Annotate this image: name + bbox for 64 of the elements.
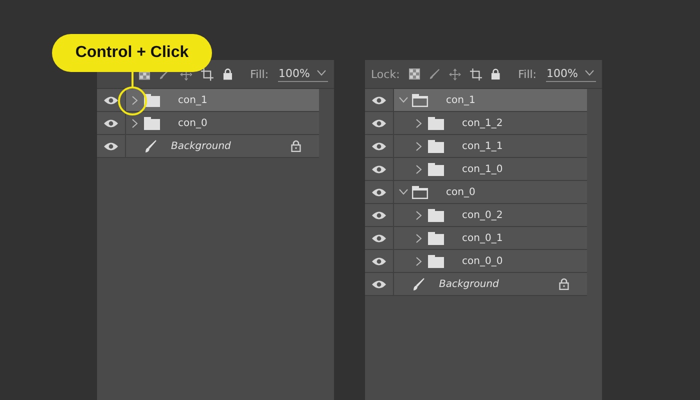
layer-name: con_0 — [446, 186, 476, 198]
folder-icon — [428, 140, 444, 152]
move-icon[interactable] — [448, 68, 461, 80]
layer-row[interactable]: con_1_1 — [365, 135, 587, 158]
eye-icon[interactable] — [372, 256, 386, 266]
fill-dropdown[interactable]: 100% — [278, 66, 328, 82]
brush-icon — [412, 278, 425, 290]
folder-icon — [412, 186, 428, 198]
layer-row[interactable]: con_1 — [97, 89, 319, 112]
crop-icon[interactable] — [201, 68, 214, 80]
layer-row[interactable]: con_0_0 — [365, 250, 587, 273]
lock-icon[interactable] — [222, 68, 232, 80]
layer-row[interactable]: con_1_2 — [365, 112, 587, 135]
checkerboard-icon[interactable] — [408, 68, 420, 80]
callout-label: Control + Click — [52, 34, 212, 72]
brush-icon — [144, 140, 157, 152]
layer-name: con_1 — [178, 94, 208, 106]
folder-icon — [428, 116, 444, 130]
layer-name: con_1 — [446, 94, 476, 106]
eye-icon[interactable] — [104, 118, 118, 128]
layer-name: con_0 — [178, 118, 208, 128]
eye-icon[interactable] — [372, 118, 386, 128]
layer-row[interactable]: con_0 — [97, 112, 319, 135]
layer-row[interactable]: con_1 — [365, 89, 587, 112]
eye-icon[interactable] — [104, 142, 118, 150]
layer-row[interactable]: con_0_2 — [365, 204, 587, 227]
layer-name: con_1_1 — [462, 140, 503, 152]
eye-icon[interactable] — [372, 96, 386, 104]
layer-name: con_1_2 — [462, 118, 503, 128]
brush-icon[interactable] — [428, 68, 440, 80]
fill-label: Fill: — [518, 68, 537, 80]
folder-icon — [428, 208, 444, 222]
folder-icon — [144, 116, 160, 130]
layer-row[interactable]: Background — [365, 273, 587, 296]
eye-icon[interactable] — [372, 234, 386, 242]
chevron-down-icon[interactable] — [317, 70, 326, 76]
layer-name: con_0_1 — [462, 232, 503, 244]
chevron-down-icon[interactable] — [584, 70, 594, 76]
layer-name: con_0_0 — [462, 256, 503, 266]
eye-icon[interactable] — [372, 188, 386, 196]
layer-row[interactable]: con_0 — [365, 181, 587, 204]
layer-row[interactable]: con_0_1 — [365, 227, 587, 250]
eye-icon[interactable] — [372, 280, 386, 288]
folder-icon — [428, 254, 444, 268]
fill-dropdown[interactable]: 100% — [546, 66, 596, 82]
eye-icon[interactable] — [372, 142, 386, 150]
folder-icon — [428, 162, 444, 176]
eye-icon[interactable] — [372, 210, 386, 220]
layer-name: con_1_0 — [462, 164, 503, 174]
leader-line — [132, 72, 134, 87]
layer-name: Background — [171, 140, 231, 152]
fill-label: Fill: — [250, 68, 269, 80]
folder-icon — [428, 232, 444, 244]
eye-icon[interactable] — [104, 96, 118, 104]
eye-icon[interactable] — [372, 164, 386, 174]
layer-row[interactable]: con_1_0 — [365, 158, 587, 181]
crop-icon[interactable] — [470, 68, 482, 80]
layer-row[interactable]: Background — [97, 135, 319, 158]
layer-name: Background — [439, 278, 499, 290]
layer-name: con_0_2 — [462, 210, 503, 220]
folder-icon — [412, 94, 428, 106]
highlight-circle — [118, 86, 147, 116]
lock-label: Lock: — [371, 68, 400, 80]
lock-icon[interactable] — [490, 68, 500, 80]
